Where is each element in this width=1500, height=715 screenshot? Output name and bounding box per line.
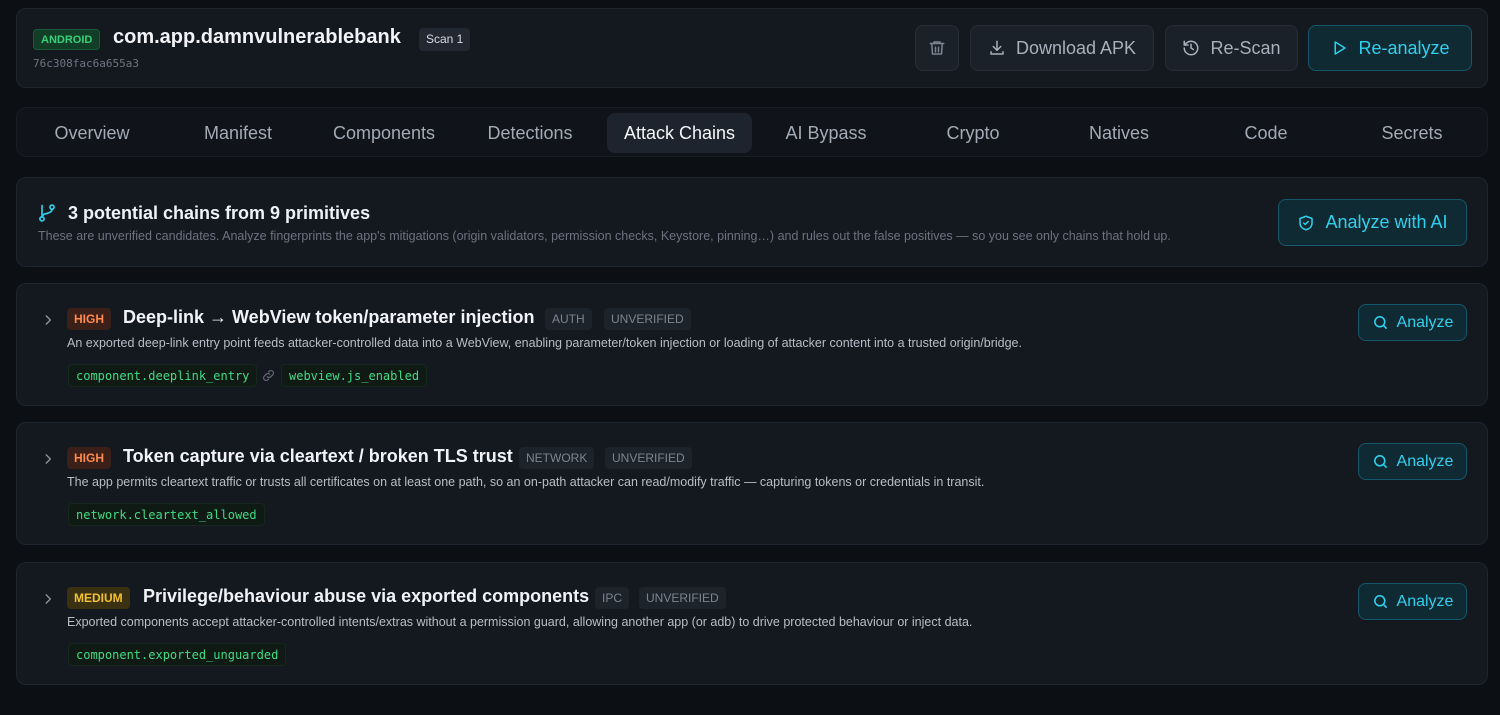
summary-title: 3 potential chains from 9 primitives [68,203,371,223]
tab-bar: Overview Manifest Components Detections … [16,107,1488,157]
chain-title: Token capture via cleartext / broken TLS… [123,446,513,466]
tab-crypto[interactable]: Crypto [900,113,1046,153]
link-icon [263,370,274,381]
category-tag: AUTH [545,308,592,330]
chain-card[interactable]: MEDIUM Privilege/behaviour abuse via exp… [16,562,1488,685]
analyze-label: Analyze [1396,592,1454,610]
analyze-with-ai-label: Analyze with AI [1325,212,1448,232]
severity-badge: HIGH [67,447,111,469]
download-apk-label: Download APK [1015,37,1137,58]
analyze-label: Analyze [1396,313,1454,331]
git-branch-icon [39,204,55,222]
shield-check-icon [1299,215,1314,230]
primitive-chip: component.exported_unguarded [68,643,287,666]
analyze-with-ai-button[interactable]: Analyze with AI [1278,199,1467,246]
search-icon [1373,595,1387,608]
chevron-right-icon[interactable] [41,592,55,606]
category-tag: IPC [595,587,630,609]
chevron-right-icon[interactable] [41,452,55,466]
search-icon [1373,316,1387,329]
reanalyze-button[interactable]: Re-analyze [1308,25,1472,71]
primitive-chip: network.cleartext_allowed [68,503,265,526]
tab-components[interactable]: Components [311,113,457,153]
primitive-chip: component.deeplink_entry [68,364,258,387]
status-tag: UNVERIFIED [639,587,726,609]
tab-attack-chains[interactable]: Attack Chains [607,113,752,153]
reanalyze-label: Re-analyze [1358,37,1450,58]
chain-description: An exported deep-link entry point feeds … [67,336,1022,350]
scan-hash: 76c308fac6a655a3 [33,57,139,70]
chain-description: Exported components accept attacker-cont… [67,615,973,629]
app-header: ANDROID com.app.damnvulnerablebank Scan … [16,8,1488,88]
analyze-button[interactable]: Analyze [1358,304,1467,341]
summary-description: These are unverified candidates. Analyze… [38,229,1171,243]
search-icon [1373,455,1387,468]
analyze-button[interactable]: Analyze [1358,443,1467,480]
status-tag: UNVERIFIED [604,308,691,330]
tab-secrets[interactable]: Secrets [1339,113,1485,153]
platform-badge: ANDROID [33,29,101,50]
history-icon [1183,40,1199,56]
primitive-chip: webview.js_enabled [281,364,428,387]
rescan-label: Re-Scan [1210,37,1281,58]
chain-description: The app permits cleartext traffic or tru… [67,475,985,489]
chain-card[interactable]: HIGH Token capture via cleartext / broke… [16,422,1488,545]
chains-summary: 3 potential chains from 9 primitives The… [16,177,1488,267]
chain-card[interactable]: HIGH Deep-link → WebView token/parameter… [16,283,1488,406]
tab-ai-bypass[interactable]: AI Bypass [753,113,899,153]
chevron-right-icon[interactable] [41,313,55,327]
analyze-label: Analyze [1396,452,1454,470]
tab-natives[interactable]: Natives [1046,113,1192,153]
scan-badge: Scan 1 [419,28,471,51]
tab-code[interactable]: Code [1193,113,1339,153]
tab-manifest[interactable]: Manifest [165,113,311,153]
delete-button[interactable] [915,25,959,71]
category-tag: NETWORK [519,447,595,469]
download-apk-button[interactable]: Download APK [970,25,1154,71]
trash-icon [929,41,945,55]
chain-title: Deep-link → WebView token/parameter inje… [123,307,535,327]
tab-overview[interactable]: Overview [19,113,165,153]
analyze-button[interactable]: Analyze [1358,583,1467,620]
status-tag: UNVERIFIED [605,447,692,469]
package-name: com.app.damnvulnerablebank [113,26,401,48]
chain-title: Privilege/behaviour abuse via exported c… [143,586,590,606]
rescan-button[interactable]: Re-Scan [1165,25,1298,71]
download-icon [990,40,1004,55]
tab-detections[interactable]: Detections [457,113,603,153]
severity-badge: MEDIUM [67,587,130,609]
severity-badge: HIGH [67,308,111,330]
play-icon [1334,41,1347,55]
